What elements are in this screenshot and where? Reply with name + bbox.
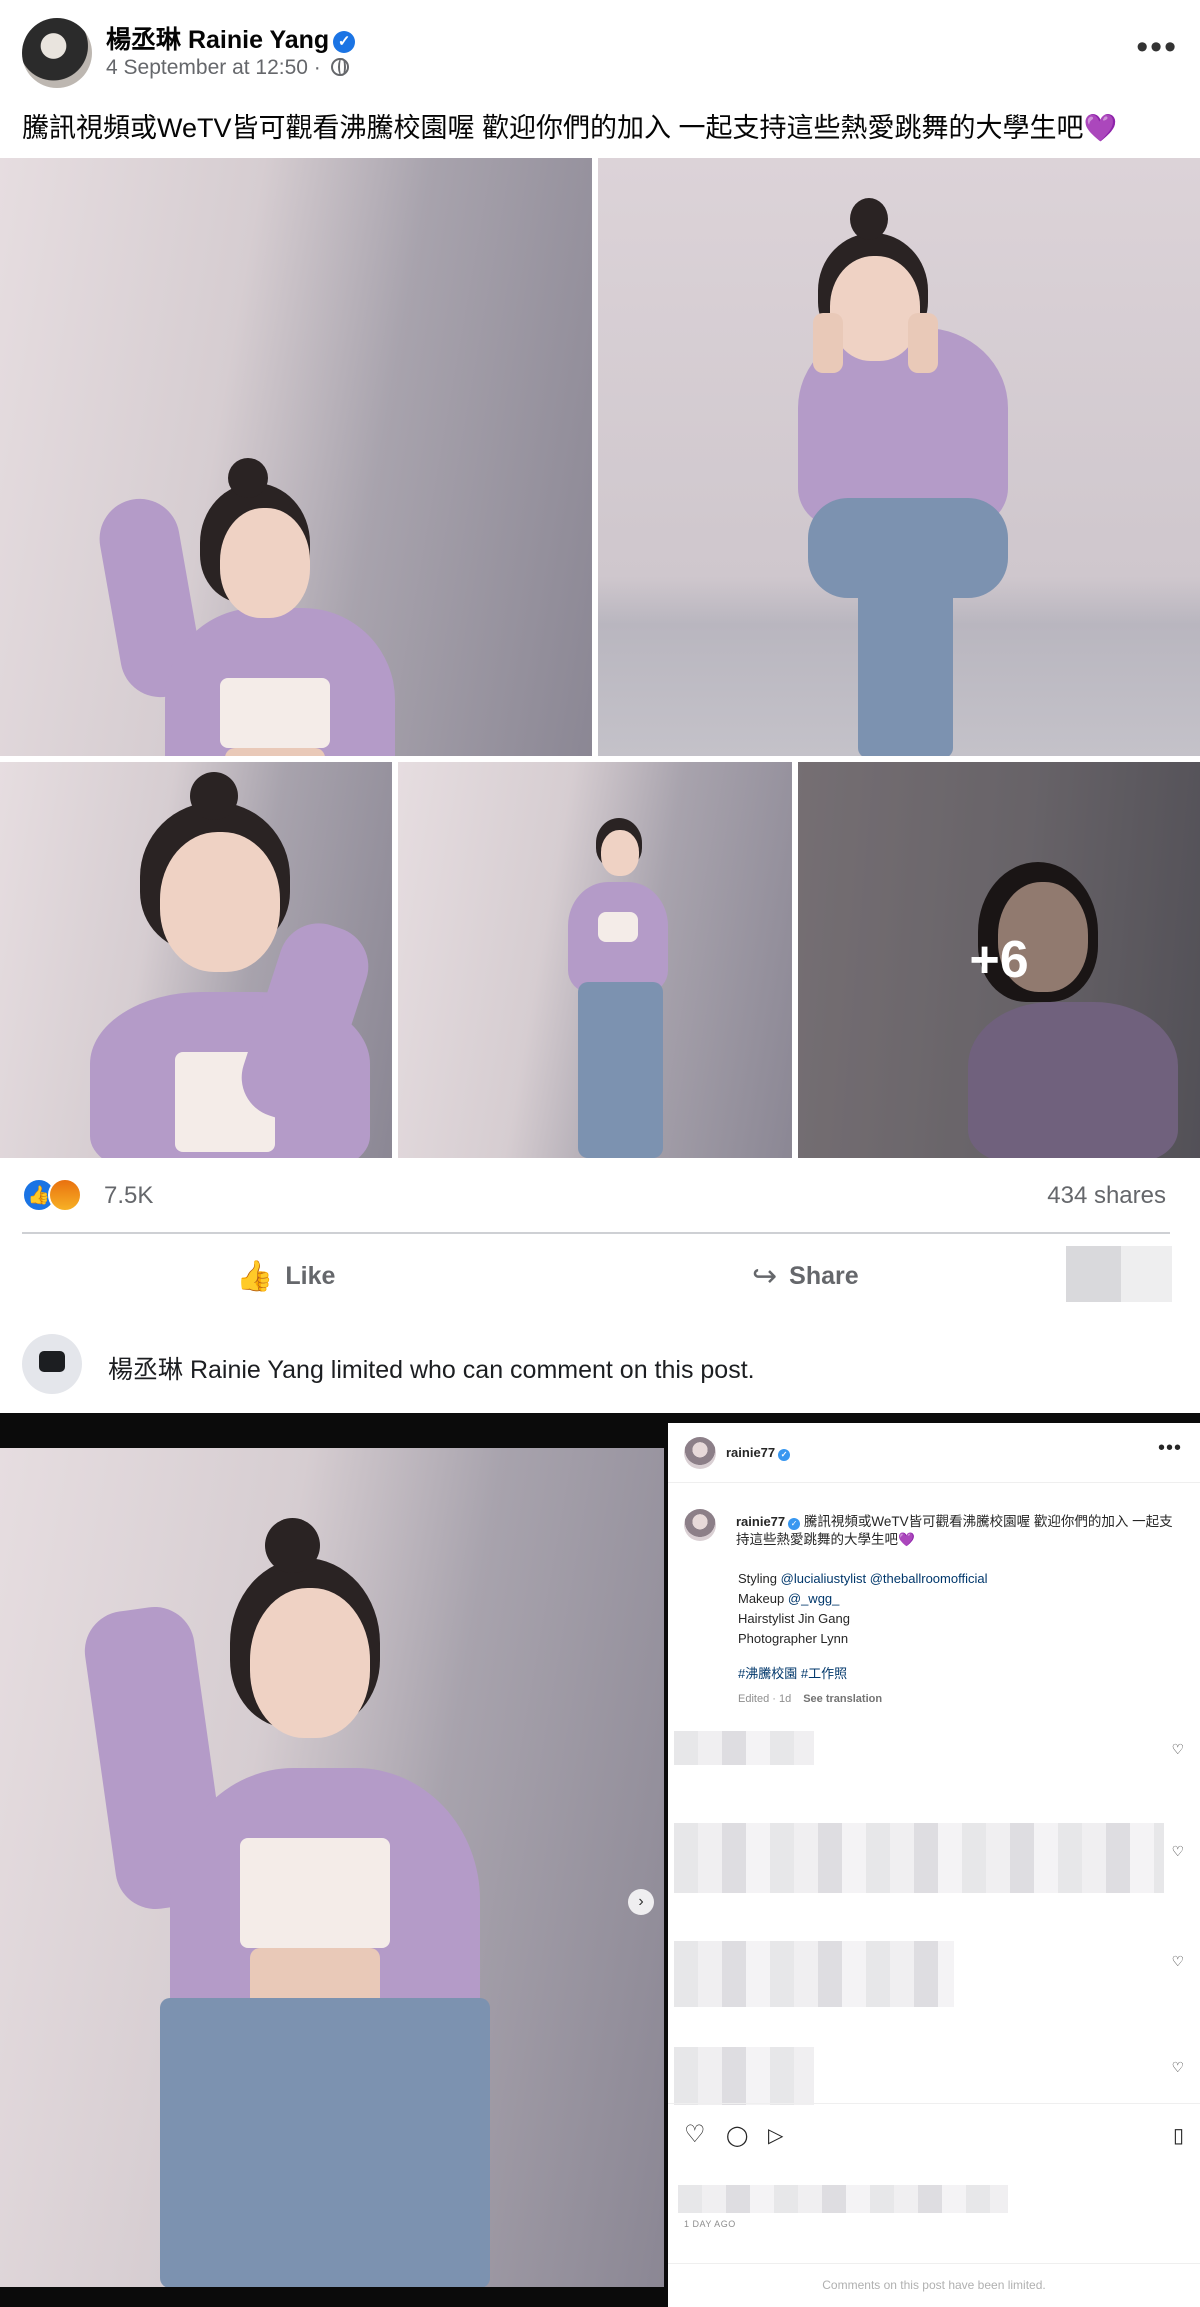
edited-text: Edited · 1d	[738, 1693, 792, 1705]
styling-tag-1[interactable]: @lucialiustylist	[781, 1571, 866, 1586]
ig-post-date[interactable]: 1 DAY AGO	[684, 2219, 736, 2229]
author-name[interactable]: 楊丞琳 Rainie Yang ✓	[106, 20, 356, 56]
author-name-text[interactable]: 楊丞琳 Rainie Yang	[106, 26, 329, 54]
ig-action-bar: ♡ ◯ ▷ ▯	[668, 2103, 1200, 2153]
styling-credit: Styling @lucialiustylist @theballroomoff…	[738, 1569, 987, 1589]
ig-username[interactable]: rainie77 ✓	[726, 1445, 791, 1461]
timestamp-text[interactable]: 4 September at 12:50 ·	[106, 56, 321, 79]
blurred-area	[1066, 1246, 1172, 1302]
more-photos-overlay[interactable]: +6	[798, 762, 1200, 1158]
facebook-post: 楊丞琳 Rainie Yang ✓ 4 September at 12:50 · …	[0, 0, 1200, 1413]
verified-badge-icon: ✓	[788, 1518, 801, 1530]
post-text: 騰訊視頻或WeTV皆可觀看沸騰校園喔 歡迎你們的加入 一起支持這些熱愛跳舞的大學…	[22, 113, 1118, 143]
divider	[22, 1232, 1170, 1234]
share-button[interactable]: ↪ Share	[752, 1252, 859, 1300]
post-photo-3[interactable]	[0, 762, 392, 1158]
blurred-comment	[674, 1823, 1164, 1893]
post-header: 楊丞琳 Rainie Yang ✓ 4 September at 12:50 · …	[22, 18, 1178, 88]
photo-figure	[568, 812, 678, 1158]
ig-header: rainie77 ✓ •••	[668, 1423, 1200, 1483]
ig-username-text[interactable]: rainie77	[726, 1445, 775, 1460]
comment-limit-text: 楊丞琳 Rainie Yang limited who can comment …	[108, 1356, 755, 1384]
comment-icon[interactable]: ◯	[726, 2123, 748, 2148]
thumbs-up-icon: 👍	[236, 1259, 274, 1293]
like-button[interactable]: 👍 Like	[236, 1252, 335, 1300]
comment-like-icon[interactable]: ♡	[1171, 1843, 1184, 1860]
post-timestamp[interactable]: 4 September at 12:50 ·	[106, 56, 349, 80]
caption-text: 騰訊視頻或WeTV皆可觀看沸騰校園喔 歡迎你們的加入 一起支持這些熱愛跳舞的大學…	[736, 1514, 1173, 1547]
makeup-tag[interactable]: @_wgg_	[788, 1591, 840, 1606]
comment-bubble-icon	[22, 1334, 82, 1394]
comment-like-icon[interactable]: ♡	[1171, 1741, 1184, 1758]
post-photo-5[interactable]: +6	[798, 762, 1200, 1158]
ig-credits: Styling @lucialiustylist @theballroomoff…	[738, 1569, 987, 1649]
caption-avatar[interactable]	[684, 1509, 716, 1541]
author-avatar[interactable]	[22, 18, 92, 88]
makeup-label: Makeup	[738, 1591, 785, 1606]
more-options-icon[interactable]: •••	[1136, 28, 1178, 67]
photo-credit: Photographer Lynn	[738, 1631, 849, 1646]
see-translation-link[interactable]: See translation	[803, 1693, 882, 1705]
comment-like-icon[interactable]: ♡	[1171, 1953, 1184, 1970]
ig-hashtags[interactable]: #沸騰校園 #工作照	[738, 1663, 847, 1682]
post-photo-2[interactable]	[598, 158, 1200, 756]
next-photo-arrow-icon[interactable]: ›	[628, 1889, 654, 1915]
photo-figure	[80, 772, 380, 1158]
reaction-count[interactable]: 7.5K	[104, 1182, 153, 1210]
share-icon: ↪	[752, 1259, 778, 1293]
comments-limited-text: Comments on this post have been limited.	[822, 2278, 1046, 2292]
more-options-icon[interactable]: •••	[1158, 1437, 1182, 1460]
blurred-comment	[674, 1941, 954, 2007]
verified-badge-icon: ✓	[778, 1449, 791, 1461]
bookmark-icon[interactable]: ▯	[1173, 2123, 1184, 2148]
photo-figure	[788, 198, 1048, 756]
caption-username[interactable]: rainie77	[736, 1514, 785, 1529]
post-photo-4[interactable]	[398, 762, 792, 1158]
styling-tag-2[interactable]: @theballroomofficial	[870, 1571, 988, 1586]
share-button-label: Share	[789, 1261, 859, 1290]
angry-reaction-icon	[48, 1178, 82, 1212]
share-count[interactable]: 434 shares	[1047, 1182, 1166, 1210]
globe-icon	[330, 58, 349, 76]
comment-like-icon[interactable]: ♡	[1171, 2059, 1184, 2076]
ig-avatar[interactable]	[684, 1437, 716, 1469]
ig-caption: rainie77 ✓ 騰訊視頻或WeTV皆可觀看沸騰校園喔 歡迎你們的加入 一起支…	[736, 1513, 1176, 1549]
send-icon[interactable]: ▷	[768, 2123, 783, 2148]
heart-icon[interactable]: ♡	[684, 2120, 706, 2149]
blurred-likes	[678, 2185, 1008, 2213]
post-photo-1[interactable]	[0, 158, 592, 756]
photo-figure	[79, 1508, 520, 2287]
blurred-comment	[674, 1731, 814, 1765]
ig-sidebar: rainie77 ✓ ••• rainie77 ✓ 騰訊視頻或WeTV皆可觀看沸騰校…	[668, 1423, 1200, 2307]
verified-badge-icon: ✓	[333, 31, 356, 53]
ig-edited-meta: Edited · 1d See translation	[738, 1693, 882, 1705]
hair-credit: Hairstylist Jin Gang	[738, 1611, 850, 1626]
styling-label: Styling	[738, 1571, 778, 1586]
like-button-label: Like	[285, 1261, 336, 1290]
photo-figure	[93, 458, 440, 756]
blurred-comment	[674, 2047, 814, 2105]
comments-limited-bar: Comments on this post have been limited.	[668, 2263, 1200, 2307]
makeup-credit: Makeup @_wgg_	[738, 1589, 987, 1609]
ig-photo[interactable]: ›	[0, 1448, 664, 2287]
more-photos-count[interactable]: +6	[969, 930, 1028, 990]
instagram-post: › rainie77 ✓ ••• rainie77 ✓ 騰訊視頻或WeTV皆可觀看沸…	[0, 1413, 1200, 2307]
